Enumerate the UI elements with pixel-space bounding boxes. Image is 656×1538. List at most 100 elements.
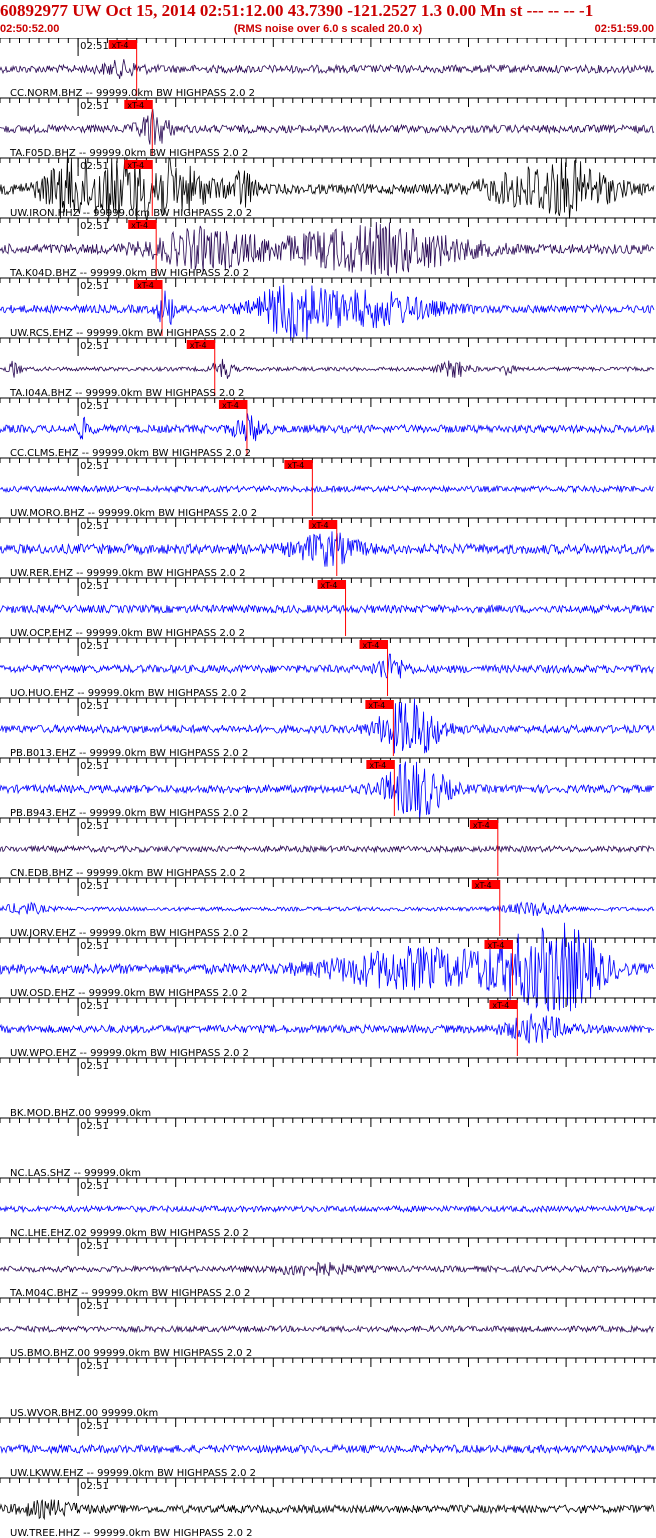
station-label: CC.NORM.BHZ -- 99999.0km BW HIGHPASS 2.0… xyxy=(10,88,255,99)
station-label: UO.HUO.EHZ -- 99999.0km BW HIGHPASS 2.0 … xyxy=(10,688,247,699)
trace-panel: 02:51 xT-4 UW.JORV.EHZ -- 99999.0km BW HIG… xyxy=(0,877,656,939)
waveform-trace xyxy=(0,1443,655,1455)
waveform-trace xyxy=(0,901,655,916)
trace-panel: 02:51 xT-4 UW.RER.EHZ -- 99999.0km BW HIGH… xyxy=(0,517,656,579)
trace-panel: 02:51 xT-4 UW.WPO.EHZ -- 99999.0km BW HIGH… xyxy=(0,997,656,1059)
pick-label: xT-4 xyxy=(312,521,329,530)
pick-label: xT-4 xyxy=(368,701,385,710)
station-label: UW.OCP.EHZ -- 99999.0km BW HIGHPASS 2.0 … xyxy=(10,628,245,639)
trace-panel: 02:51 xT-4 CC.NORM.BHZ -- 99999.0km BW HIG… xyxy=(0,38,656,99)
station-label: NC.LHE.EHZ.02 99999.0km BW HIGHPASS 2.0 … xyxy=(10,1228,249,1239)
station-label: UW.JORV.EHZ -- 99999.0km BW HIGHPASS 2.0… xyxy=(10,928,248,939)
minute-label: 02:51 xyxy=(80,221,109,232)
minute-label: 02:51 xyxy=(80,101,109,112)
trace-panel: 02:51 xT-4 TA.K04D.BHZ -- 99999.0km BW HIG… xyxy=(0,217,656,279)
trace-panel: 02:51 NC.LHE.EHZ.02 99999.0km BW HIGHPASS… xyxy=(0,1177,656,1239)
minute-label: 02:51 xyxy=(80,461,109,472)
trace-panel: 02:51 xT-4 CC.CLMS.EHZ -- 99999.0km BW HIG… xyxy=(0,397,656,459)
pick-label: xT-4 xyxy=(127,161,144,170)
trace-panel: 02:51 BK.MOD.BHZ.00 99999.0km xyxy=(0,1057,656,1119)
station-label: CC.CLMS.EHZ -- 99999.0km BW HIGHPASS 2.0… xyxy=(10,448,251,459)
minute-label: 02:51 xyxy=(80,1301,109,1312)
waveform-trace xyxy=(0,603,655,615)
pick-label: xT-4 xyxy=(492,1001,509,1010)
seismogram-panels: 02:51 xT-4 CC.NORM.BHZ -- 99999.0km BW HIG… xyxy=(0,38,656,1538)
minute-label: 02:51 xyxy=(80,1481,109,1492)
station-label: UW.RER.EHZ -- 99999.0km BW HIGHPASS 2.0 … xyxy=(10,568,245,579)
minute-label: 02:51 xyxy=(80,1361,109,1372)
minute-label: 02:51 xyxy=(80,1001,109,1012)
pick-label: xT-4 xyxy=(369,761,386,770)
trace-panel: 02:51 xT-4 PB.B013.EHZ -- 99999.0km BW HIG… xyxy=(0,697,656,759)
minute-label: 02:51 xyxy=(80,521,109,532)
trace-panel: 02:51 xT-4 CN.EDB.BHZ -- 99999.0km BW HIGH… xyxy=(0,817,656,879)
end-time-label: 02:51:59.00 xyxy=(594,23,654,35)
trace-panel: 02:51 xT-4 UW.MORO.BHZ -- 99999.0km BW HIG… xyxy=(0,457,656,519)
station-label: US.WVOR.BHZ.00 99999.0km xyxy=(10,1408,158,1419)
waveform-trace xyxy=(0,1324,655,1334)
waveform-trace xyxy=(0,1261,655,1277)
pick-label: xT-4 xyxy=(222,401,239,410)
minute-label: 02:51 xyxy=(80,281,109,292)
station-label: PB.B943.EHZ -- 99999.0km BW HIGHPASS 2.0… xyxy=(10,808,248,819)
pick-label: xT-4 xyxy=(321,581,338,590)
pick-label: xT-4 xyxy=(131,221,148,230)
waveform-trace xyxy=(0,844,655,854)
waveform-trace xyxy=(0,484,655,494)
minute-label: 02:51 xyxy=(80,1421,109,1432)
trace-panel: 02:51 xT-4 UW.IRON.HHZ -- 99999.0km BW HIG… xyxy=(0,156,656,223)
station-label: TA.M04C.BHZ -- 99999.0km BW HIGHPASS 2.0… xyxy=(9,1288,250,1299)
trace-panel: 02:51 xT-4 UW.OCP.EHZ -- 99999.0km BW HIGH… xyxy=(0,577,656,639)
trace-panel: 02:51 xT-4 TA.F05D.BHZ -- 99999.0km BW HIG… xyxy=(0,97,656,159)
minute-label: 02:51 xyxy=(80,1181,109,1192)
pick-label: xT-4 xyxy=(363,641,380,650)
pick-label: xT-4 xyxy=(137,281,154,290)
station-label: US.BMO.BHZ.00 99999.0km BW HIGHPASS 2.0 … xyxy=(10,1348,252,1359)
pick-label: xT-4 xyxy=(487,941,504,950)
station-label: CN.EDB.BHZ -- 99999.0km BW HIGHPASS 2.0 … xyxy=(10,868,245,879)
waveform-trace xyxy=(0,108,655,145)
trace-panel: 02:51 UW.LKWW.EHZ -- 99999.0km BW HIGHPAS… xyxy=(0,1417,656,1479)
minute-label: 02:51 xyxy=(80,641,109,652)
minute-label: 02:51 xyxy=(80,821,109,832)
station-label: UW.TREE.HHZ -- 99999.0km BW HIGHPASS 2.0… xyxy=(10,1528,253,1538)
trace-panel: 02:51 UW.TREE.HHZ -- 99999.0km BW HIGHPAS… xyxy=(0,1477,656,1538)
page-title: 60892977 UW Oct 15, 2014 02:51:12.00 43.… xyxy=(0,1,594,20)
rms-note: (RMS noise over 6.0 s scaled 20.0 x) xyxy=(233,23,423,35)
trace-panel: 02:51 TA.M04C.BHZ -- 99999.0km BW HIGHPAS… xyxy=(0,1237,656,1299)
pick-label: xT-4 xyxy=(127,101,144,110)
minute-label: 02:51 xyxy=(80,881,109,892)
station-label: TA.I04A.BHZ -- 99999.0km BW HIGHPASS 2.0… xyxy=(9,388,244,399)
station-label: UW.RCS.EHZ -- 99999.0km BW HIGHPASS 2.0 … xyxy=(10,328,245,339)
trace-panel: 02:51 xT-4 UW.RCS.EHZ -- 99999.0km BW HIGH… xyxy=(0,277,656,341)
station-label: UW.OSD.EHZ -- 99999.0km BW HIGHPASS 2.0 … xyxy=(10,988,248,999)
trace-panel: 02:51 US.BMO.BHZ.00 99999.0km BW HIGHPASS… xyxy=(0,1297,656,1359)
minute-label: 02:51 xyxy=(80,341,109,352)
minute-label: 02:51 xyxy=(80,761,109,772)
pick-label: xT-4 xyxy=(112,41,129,50)
waveform-trace xyxy=(0,1499,655,1521)
station-label: PB.B013.EHZ -- 99999.0km BW HIGHPASS 2.0… xyxy=(10,748,248,759)
minute-label: 02:51 xyxy=(80,581,109,592)
trace-panel: 02:51 NC.LAS.SHZ -- 99999.0km xyxy=(0,1117,656,1179)
trace-panel: 02:51 xT-4 TA.I04A.BHZ -- 99999.0km BW HIG… xyxy=(0,337,656,399)
trace-panel: 02:51 xT-4 PB.B943.EHZ -- 99999.0km BW HIG… xyxy=(0,757,656,820)
station-label: BK.MOD.BHZ.00 99999.0km xyxy=(10,1108,151,1119)
waveform-trace xyxy=(0,59,655,79)
station-label: TA.K04D.BHZ -- 99999.0km BW HIGHPASS 2.0… xyxy=(9,268,249,279)
waveform-trace xyxy=(0,1013,655,1044)
pick-label: xT-4 xyxy=(475,881,492,890)
start-time-label: 02:50:52.00 xyxy=(0,23,60,35)
pick-label: xT-4 xyxy=(190,341,207,350)
station-label: TA.F05D.BHZ -- 99999.0km BW HIGHPASS 2.0… xyxy=(9,148,248,159)
seismogram-plot: 02:51 xT-4 CC.NORM.BHZ -- 99999.0km BW HIG… xyxy=(0,38,656,1538)
trace-panel: 02:51 US.WVOR.BHZ.00 99999.0km xyxy=(0,1357,656,1419)
pick-label: xT-4 xyxy=(473,821,490,830)
station-label: UW.LKWW.EHZ -- 99999.0km BW HIGHPASS 2.0… xyxy=(10,1468,256,1479)
minute-label: 02:51 xyxy=(80,401,109,412)
waveform-trace xyxy=(0,1204,655,1214)
waveform-trace xyxy=(0,653,655,679)
minute-label: 02:51 xyxy=(80,161,109,172)
minute-label: 02:51 xyxy=(80,1061,109,1072)
station-label: UW.IRON.HHZ -- 99999.0km BW HIGHPASS 2.0… xyxy=(10,208,252,219)
